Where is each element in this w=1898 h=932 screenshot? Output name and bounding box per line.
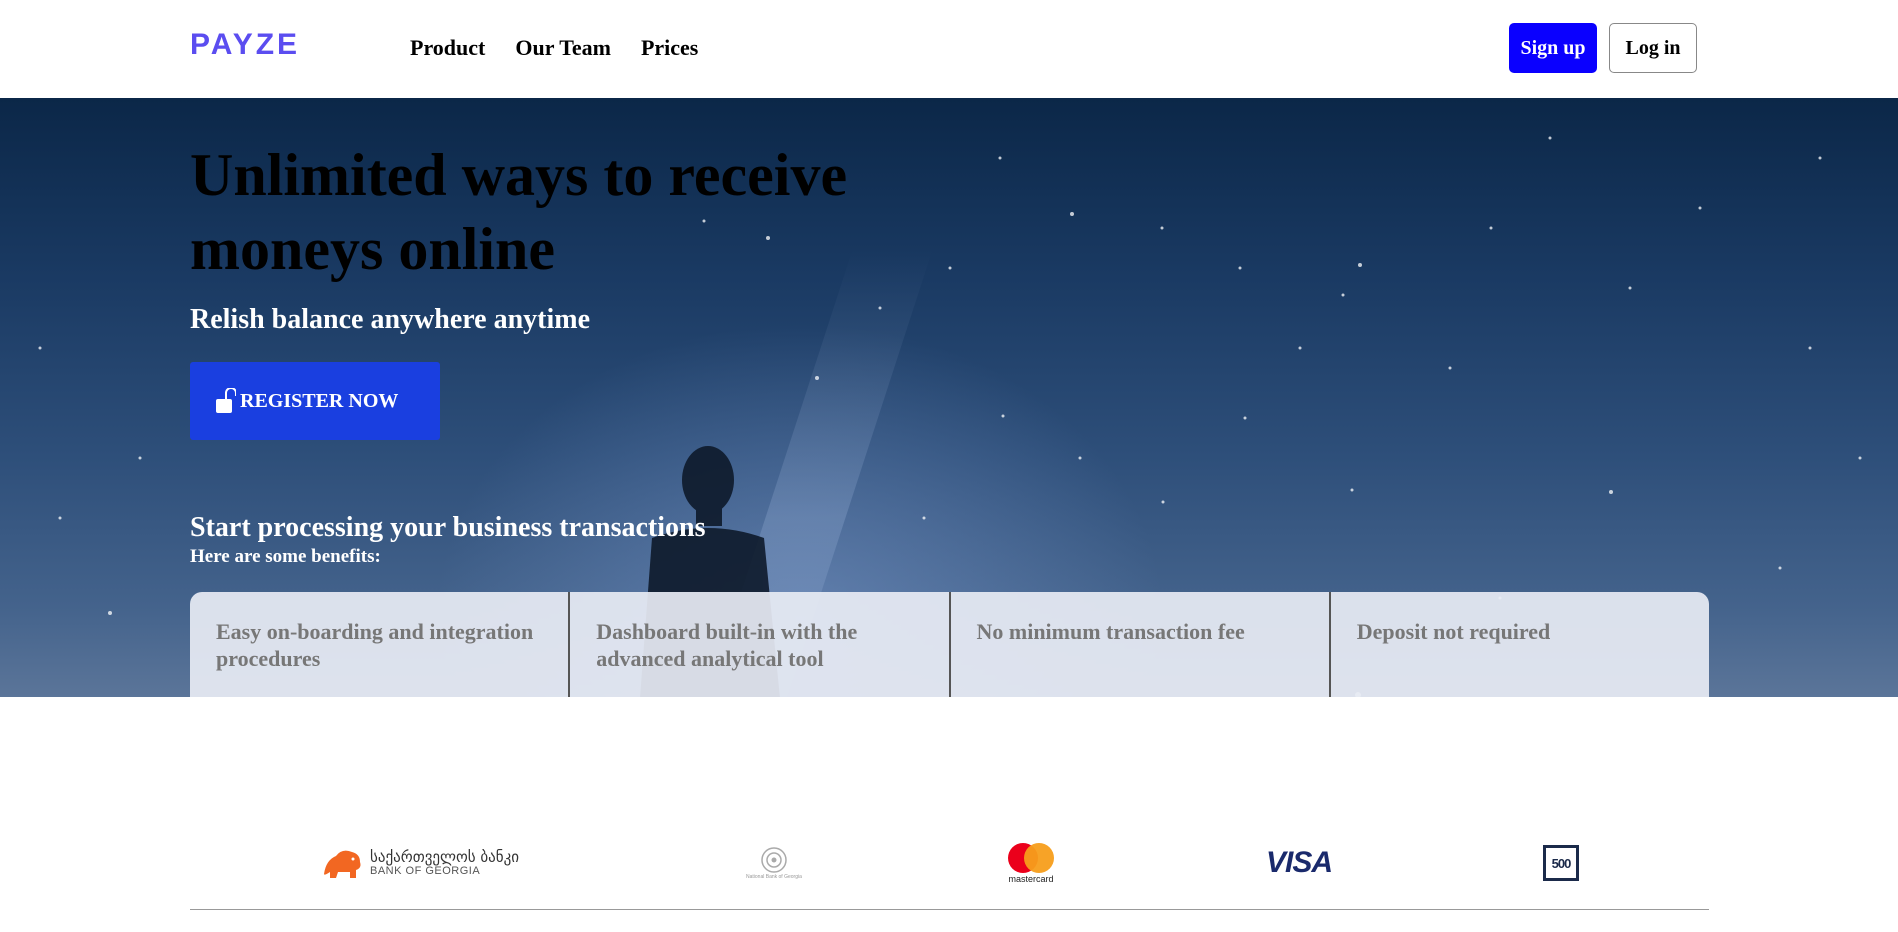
- nav-prices[interactable]: Prices: [641, 35, 698, 61]
- unlock-icon: [216, 388, 236, 413]
- visa-text: VISA: [1266, 846, 1333, 879]
- bog-english-text: BANK OF GEORGIA: [370, 864, 481, 877]
- main-nav: Product Our Team Prices: [410, 35, 698, 61]
- bog-georgian-text: საქართველოს ბანკი: [370, 847, 520, 866]
- logo-text: PAYZE: [190, 32, 300, 56]
- site-header: PAYZE Product Our Team Prices Sign up Lo…: [0, 0, 1898, 98]
- benefit-card: Dashboard built-in with the advanced ana…: [570, 592, 951, 697]
- nav-our-team[interactable]: Our Team: [515, 35, 611, 61]
- lion-icon: [324, 850, 361, 878]
- mastercard-label: mastercard: [1008, 874, 1054, 884]
- hero-section: Unlimited ways to receive moneys online …: [0, 98, 1898, 697]
- partners-divider: [190, 909, 1709, 910]
- bank-of-georgia-logo: საქართველოს ბანკი BANK OF GEORGIA: [320, 838, 519, 888]
- benefits-title: Start processing your business transacti…: [190, 512, 706, 543]
- 500-text: 500: [1543, 845, 1579, 881]
- nbg-label: National Bank of Georgia: [746, 874, 802, 880]
- hero-subtitle: Relish balance anywhere anytime: [190, 304, 591, 335]
- nav-product[interactable]: Product: [410, 35, 485, 61]
- benefits-list: Easy on-boarding and integration procedu…: [190, 592, 1709, 697]
- register-now-button[interactable]: REGISTER NOW: [190, 362, 440, 440]
- benefit-card: Deposit not required: [1330, 592, 1709, 697]
- hero-title: Unlimited ways to receive moneys online: [190, 142, 848, 282]
- partners-strip: საქართველოს ბანკი BANK OF GEORGIA Nation…: [190, 838, 1709, 910]
- visa-logo: VISA: [1266, 838, 1333, 888]
- payze-logo[interactable]: PAYZE: [190, 32, 346, 56]
- benefit-card: No minimum transaction fee: [950, 592, 1331, 697]
- mastercard-logo: mastercard: [1006, 838, 1056, 888]
- mastercard-circles-icon: [1008, 843, 1054, 873]
- signup-button[interactable]: Sign up: [1509, 23, 1597, 73]
- nbg-emblem-icon: [761, 847, 787, 873]
- 500-startups-logo: 500: [1543, 838, 1579, 888]
- national-bank-of-georgia-logo: National Bank of Georgia: [746, 838, 802, 888]
- benefit-card: Easy on-boarding and integration procedu…: [190, 592, 571, 697]
- register-now-label: REGISTER NOW: [240, 389, 399, 412]
- benefits-subtitle: Here are some benefits:: [190, 546, 381, 567]
- login-button[interactable]: Log in: [1609, 23, 1697, 73]
